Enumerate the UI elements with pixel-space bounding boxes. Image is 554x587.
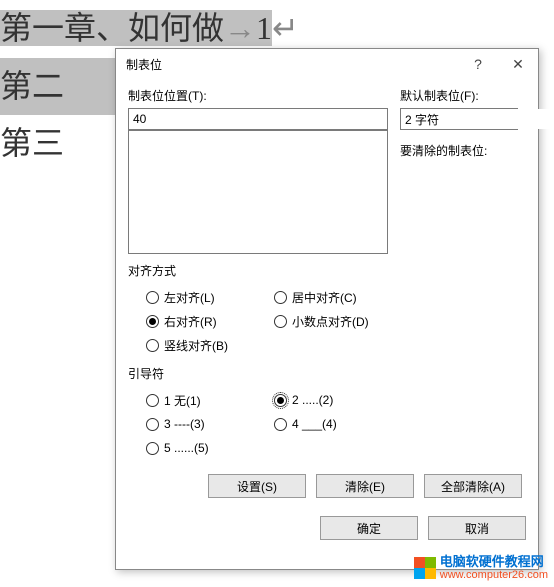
leader-4-radio[interactable]: 4 ___(4) bbox=[274, 412, 402, 436]
close-icon: ✕ bbox=[512, 56, 524, 73]
align-center-radio[interactable]: 居中对齐(C) bbox=[274, 285, 402, 309]
alignment-group-label: 对齐方式 bbox=[128, 262, 526, 279]
radio-icon bbox=[146, 291, 159, 304]
align-bar-radio[interactable]: 竖线对齐(B) bbox=[146, 333, 274, 357]
radio-label: 小数点对齐(D) bbox=[292, 313, 369, 330]
close-button[interactable]: ✕ bbox=[498, 49, 538, 79]
tab-stop-position-label: 制表位位置(T): bbox=[128, 87, 388, 104]
ok-button[interactable]: 确定 bbox=[320, 516, 418, 540]
titlebar: 制表位 ? ✕ bbox=[116, 49, 538, 79]
tab-stop-listbox[interactable] bbox=[128, 130, 388, 254]
button-label: 取消 bbox=[465, 520, 489, 537]
radio-label: 右对齐(R) bbox=[164, 313, 217, 330]
dialog-title: 制表位 bbox=[126, 56, 458, 73]
to-clear-label: 要清除的制表位: bbox=[400, 142, 526, 159]
radio-label: 竖线对齐(B) bbox=[164, 337, 228, 354]
radio-icon bbox=[146, 442, 159, 455]
radio-icon bbox=[274, 394, 287, 407]
radio-label: 3 ----(3) bbox=[164, 417, 205, 431]
leader-group: 1 无(1) 2 .....(2) 3 ----(3) 4 ___(4) 5 .… bbox=[128, 388, 526, 460]
clear-all-button[interactable]: 全部清除(A) bbox=[424, 474, 522, 498]
align-decimal-radio[interactable]: 小数点对齐(D) bbox=[274, 309, 402, 333]
alignment-group: 左对齐(L) 居中对齐(C) 右对齐(R) 小数点对齐(D) 竖线对齐(B) bbox=[128, 285, 526, 357]
radio-icon bbox=[146, 339, 159, 352]
default-tab-input[interactable] bbox=[401, 109, 554, 129]
radio-label: 居中对齐(C) bbox=[292, 289, 357, 306]
cancel-button[interactable]: 取消 bbox=[428, 516, 526, 540]
paragraph-mark-icon: ↵ bbox=[272, 10, 299, 46]
doc-line-1-text: 第一章、如何做 bbox=[0, 10, 224, 46]
tab-arrow-icon: → bbox=[224, 10, 256, 46]
watermark-title: 电脑软硬件教程网 bbox=[440, 555, 548, 569]
radio-icon bbox=[146, 394, 159, 407]
radio-icon bbox=[146, 315, 159, 328]
radio-label: 2 .....(2) bbox=[292, 393, 333, 407]
button-label: 清除(E) bbox=[345, 478, 385, 495]
leader-2-radio[interactable]: 2 .....(2) bbox=[274, 388, 402, 412]
watermark-url: www.computer26.com bbox=[440, 569, 548, 581]
help-icon: ? bbox=[474, 56, 482, 72]
tab-stop-dialog: 制表位 ? ✕ 制表位位置(T): 默认制表位(F): ▲ bbox=[115, 48, 539, 570]
windows-logo-icon bbox=[414, 557, 436, 579]
clear-button[interactable]: 清除(E) bbox=[316, 474, 414, 498]
tab-stop-position-input[interactable] bbox=[128, 108, 388, 130]
help-button[interactable]: ? bbox=[458, 49, 498, 79]
radio-label: 5 ......(5) bbox=[164, 441, 209, 455]
radio-label: 1 无(1) bbox=[164, 392, 201, 409]
radio-icon bbox=[274, 418, 287, 431]
set-button[interactable]: 设置(S) bbox=[208, 474, 306, 498]
leader-3-radio[interactable]: 3 ----(3) bbox=[146, 412, 274, 436]
button-label: 确定 bbox=[357, 520, 381, 537]
doc-line-1-num: 1 bbox=[256, 10, 272, 46]
leader-5-radio[interactable]: 5 ......(5) bbox=[146, 436, 274, 460]
leader-group-label: 引导符 bbox=[128, 365, 526, 382]
leader-1-radio[interactable]: 1 无(1) bbox=[146, 388, 274, 412]
radio-label: 4 ___(4) bbox=[292, 417, 337, 431]
radio-icon bbox=[146, 418, 159, 431]
radio-label: 左对齐(L) bbox=[164, 289, 215, 306]
align-left-radio[interactable]: 左对齐(L) bbox=[146, 285, 274, 309]
radio-icon bbox=[274, 315, 287, 328]
dialog-footer: 确定 取消 bbox=[116, 506, 538, 550]
dialog-body: 制表位位置(T): 默认制表位(F): ▲ ▼ 要清除的制表位: 对齐方式 bbox=[116, 79, 538, 506]
radio-icon bbox=[274, 291, 287, 304]
default-tab-label: 默认制表位(F): bbox=[400, 87, 526, 104]
watermark: 电脑软硬件教程网 www.computer26.com bbox=[414, 555, 548, 581]
align-right-radio[interactable]: 右对齐(R) bbox=[146, 309, 274, 333]
default-tab-spinbox[interactable]: ▲ ▼ bbox=[400, 108, 518, 130]
button-label: 全部清除(A) bbox=[441, 478, 505, 495]
button-label: 设置(S) bbox=[237, 478, 277, 495]
